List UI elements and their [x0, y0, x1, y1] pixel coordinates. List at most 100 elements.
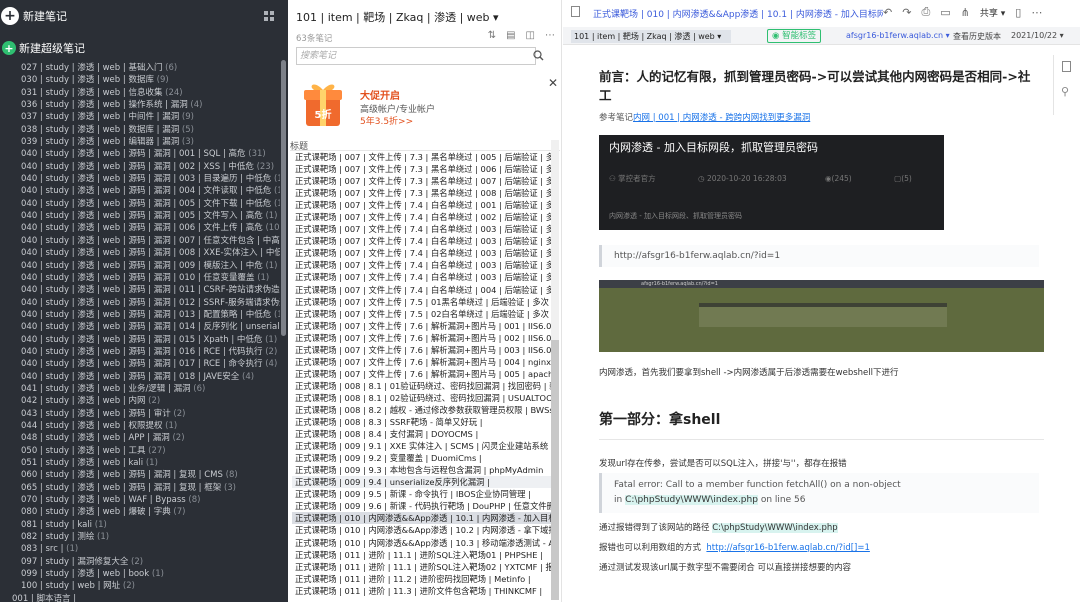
more-icon[interactable]: ⋯ — [1031, 6, 1042, 19]
scrollbar-thumb[interactable] — [551, 340, 559, 600]
sidebar-item[interactable]: 080 | study | 渗透 | web | 爆破 | 字典 (7) — [0, 506, 280, 518]
sidebar-item[interactable]: 040 | study | 渗透 | web | 源码 | 漏洞 | 007 |… — [0, 235, 280, 247]
close-icon[interactable]: ✕ — [548, 76, 558, 90]
link-icon[interactable]: ⚲ — [1061, 85, 1069, 98]
sidebar-item[interactable]: 040 | study | 渗透 | web | 源码 | 漏洞 | 005 |… — [0, 210, 280, 222]
sidebar-item[interactable]: 031 | study | 渗透 | web | 信息收集 (24) — [0, 87, 280, 99]
new-super-note-button[interactable]: + 新建超级笔记 — [0, 40, 85, 56]
note-item[interactable]: 正式课靶场 | 007 | 文件上传 | 7.4 | 白名单绕过 | 003 |… — [292, 223, 552, 235]
search-input[interactable]: 搜索笔记 — [296, 47, 536, 65]
promo-price-link[interactable]: 5年3.5折>> — [360, 114, 413, 127]
sidebar-item[interactable]: 038 | study | 渗透 | web | 数据库 | 漏洞 (5) — [0, 124, 280, 136]
sidebar-item[interactable]: 100 | study | web | 网址 (2) — [0, 580, 280, 592]
sidebar-item[interactable]: 042 | study | 渗透 | web | 内网 (2) — [0, 395, 280, 407]
sidebar-item[interactable]: 044 | study | 渗透 | web | 权限提权 (1) — [0, 420, 280, 432]
sidebar-item[interactable]: 039 | study | 渗透 | web | 编辑器 | 漏洞 (3) — [0, 136, 280, 148]
note-item[interactable]: 正式课靶场 | 008 | 8.4 | 支付漏洞 | DOYOCMS | — [292, 428, 552, 440]
note-item[interactable]: 正式课靶场 | 007 | 文件上传 | 7.4 | 白名单绕过 | 003 |… — [292, 247, 552, 259]
note-item[interactable]: 正式课靶场 | 011 | 进阶 | 11.2 | 进阶密码找回靶场 | Met… — [292, 573, 552, 585]
sidebar-item[interactable]: 040 | study | 渗透 | web | 源码 | 漏洞 | 009 |… — [0, 260, 280, 272]
ref-link[interactable]: 内网 | 001 | 内网渗透 - 跨跨内网找到更多漏洞 — [633, 113, 810, 123]
note-item[interactable]: 正式课靶场 | 007 | 文件上传 | 7.4 | 白名单绕过 | 004 |… — [292, 284, 552, 296]
sidebar-item[interactable]: 099 | study | 渗透 | web | book (1) — [0, 568, 280, 580]
note-item[interactable]: 正式课靶场 | 007 | 文件上传 | 7.6 | 解析漏洞+图片马 | 00… — [292, 344, 552, 356]
sidebar-item[interactable]: 043 | study | 渗透 | web | 源码 | 审计 (2) — [0, 408, 280, 420]
search-icon[interactable] — [533, 50, 544, 61]
note-item-selected[interactable]: 正式课靶场 | 010 | 内网渗透&&App渗透 | 10.1 | 内网渗透 … — [292, 512, 552, 525]
sidebar-item[interactable]: 083 | src | (1) — [0, 543, 280, 555]
note-item[interactable]: 正式课靶场 | 009 | 9.6 | 新课 - 代码执行靶场 | DouPHP… — [292, 500, 552, 512]
note-item[interactable]: 正式课靶场 | 007 | 文件上传 | 7.4 | 白名单绕过 | 003 |… — [292, 259, 552, 271]
note-item[interactable]: 正式课靶场 | 011 | 进阶 | 11.1 | 进阶SQL注入靶场02 | … — [292, 561, 552, 573]
note-item[interactable]: 正式课靶场 | 009 | 9.4 | unserialize反序列化漏洞 | — [292, 476, 552, 489]
sidebar-item[interactable]: 040 | study | 渗透 | web | 源码 | 漏洞 | 017 |… — [0, 358, 280, 370]
sidebar-item[interactable]: 040 | study | 渗透 | web | 源码 | 漏洞 | 001 |… — [0, 148, 280, 160]
sidebar-item[interactable]: 081 | study | kali (1) — [0, 519, 280, 531]
sidebar-item[interactable]: 082 | study | 测绘 (1) — [0, 531, 280, 543]
sidebar-item[interactable]: 037 | study | 渗透 | web | 中间件 | 漏洞 (9) — [0, 111, 280, 123]
sidebar-item[interactable]: 027 | study | 渗透 | web | 基础入门 (6) — [0, 62, 280, 74]
sidebar-item[interactable]: 036 | study | 渗透 | web | 操作系统 | 漏洞 (4) — [0, 99, 280, 111]
note-date[interactable]: 2021/10/22 ▾ — [1011, 31, 1064, 40]
p4-link[interactable]: http://afsgr16-b1ferw.aqlab.cn/?id[]=1 — [706, 543, 869, 553]
redo-icon[interactable]: ↷ — [902, 6, 911, 19]
sidebar-item[interactable]: 040 | study | 渗透 | web | 源码 | 漏洞 | 018 |… — [0, 371, 280, 383]
sidebar-item[interactable]: 040 | study | 渗透 | web | 源码 | 漏洞 | 008 |… — [0, 247, 280, 259]
note-item[interactable]: 正式课靶场 | 007 | 文件上传 | 7.3 | 黑名单绕过 | 007 |… — [292, 175, 552, 187]
notebook-selector[interactable]: 101 | item | 靶场 | Zkaq | 渗透 | web ▾ — [571, 30, 731, 43]
note-item[interactable]: 正式课靶场 | 007 | 文件上传 | 7.5 | 02白名单绕过 | 后端验… — [292, 308, 552, 320]
note-item[interactable]: 正式课靶场 | 009 | 9.2 | 变量覆盖 | DuomiCms | — [292, 452, 552, 464]
note-item[interactable]: 正式课靶场 | 007 | 文件上传 | 7.6 | 解析漏洞+图片马 | 00… — [292, 356, 552, 368]
share-button[interactable]: 共享 ▾ — [980, 6, 1005, 19]
sidebar-item[interactable]: 097 | study | 漏洞修复大全 (2) — [0, 556, 280, 568]
smart-tag-button[interactable]: ◉ 智能标签 — [767, 29, 822, 43]
present-icon[interactable]: ▭ — [940, 6, 950, 19]
note-item[interactable]: 正式课靶场 | 008 | 8.1 | 01验证码绕过、密码找回漏洞 | 找回密… — [292, 380, 552, 392]
note-item[interactable]: 正式课靶场 | 009 | 9.3 | 本地包含与远程包含漏洞 | phpMyA… — [292, 464, 552, 476]
sort-icon[interactable]: ⇅ — [488, 30, 496, 41]
note-item[interactable]: 正式课靶场 | 007 | 文件上传 | 7.6 | 解析漏洞+图片马 | 00… — [292, 368, 552, 380]
note-content[interactable]: 前言：人的记忆有限，抓到管理员密码->可以尝试其他内网密码是否相同->社工 参考… — [563, 45, 1051, 602]
sidebar-item[interactable]: 051 | study | 渗透 | web | kali (1) — [0, 457, 280, 469]
sidebar-item[interactable]: 040 | study | 渗透 | web | 源码 | 漏洞 | 010 |… — [0, 272, 280, 284]
note-item[interactable]: 正式课靶场 | 007 | 文件上传 | 7.6 | 解析漏洞+图片马 | 00… — [292, 320, 552, 332]
note-item[interactable]: 正式课靶场 | 009 | 9.5 | 新课 - 命令执行 | IBOS企业协同… — [292, 488, 552, 500]
history-link[interactable]: 查看历史版本 — [953, 31, 1001, 42]
note-item[interactable]: 正式课靶场 | 011 | 进阶 | 11.3 | 进阶文件包含靶场 | THI… — [292, 585, 552, 597]
sidebar-item[interactable]: 040 | study | 渗透 | web | 源码 | 漏洞 | 012 |… — [0, 297, 280, 309]
sidebar-item[interactable]: 065 | study | 渗透 | web | 源码 | 漏洞 | 复现 | … — [0, 482, 280, 494]
print-icon[interactable]: ⎙ — [921, 5, 930, 19]
column-header-title[interactable]: 标题 — [290, 139, 560, 152]
note-item[interactable]: 正式课靶场 | 008 | 8.2 | 越权 - 通过修改参数获取管理员权限 |… — [292, 404, 552, 416]
promo-banner[interactable]: 5折 大促开启 高级帐户/专业帐户 5年3.5折>> ✕ — [288, 70, 561, 134]
sidebar-item[interactable]: 040 | study | 渗透 | web | 源码 | 漏洞 | 002 |… — [0, 161, 280, 173]
sidebar-item[interactable]: 060 | study | 渗透 | web | 源码 | 漏洞 | 复现 | … — [0, 469, 280, 481]
note-item[interactable]: 正式课靶场 | 010 | 内网渗透&&App渗透 | 10.3 | 移动端渗透… — [292, 537, 552, 549]
sidebar-item[interactable]: 050 | study | 渗透 | web | 工具 (27) — [0, 445, 280, 457]
sidebar-item[interactable]: 040 | study | 渗透 | web | 源码 | 漏洞 | 011 |… — [0, 284, 280, 296]
new-note-button[interactable]: + 新建笔记 — [0, 0, 288, 32]
sidebar-item[interactable]: 040 | study | 渗透 | web | 源码 | 漏洞 | 004 |… — [0, 185, 280, 197]
view-icon[interactable]: ▤ — [506, 30, 515, 41]
sidebar-item[interactable]: 040 | study | 渗透 | web | 源码 | 漏洞 | 015 |… — [0, 334, 280, 346]
note-item[interactable]: 正式课靶场 | 007 | 文件上传 | 7.3 | 黑名单绕过 | 005 |… — [292, 151, 552, 163]
notebook-icon[interactable]: ▯ — [1015, 6, 1021, 19]
sidebar-item[interactable]: 040 | study | 渗透 | web | 源码 | 漏洞 | 003 |… — [0, 173, 280, 185]
sidebar-item[interactable]: 030 | study | 渗透 | web | 数据库 (9) — [0, 74, 280, 86]
note-item[interactable]: 正式课靶场 | 007 | 文件上传 | 7.5 | 01黑名单绕过 | 后端验… — [292, 296, 552, 308]
source-url-link[interactable]: afsgr16-b1ferw.aqlab.cn ▾ — [846, 31, 950, 40]
note-item[interactable]: 正式课靶场 | 009 | 9.1 | XXE 实体注入 | SCMS | 闪灵… — [292, 440, 552, 452]
sidebar-item[interactable]: 048 | study | 渗透 | web | APP | 漏洞 (2) — [0, 432, 280, 444]
outline-icon[interactable] — [1062, 61, 1071, 72]
notebook-title-dropdown[interactable]: 101 | item | 靶场 | Zkaq | 渗透 | web ▾ — [296, 9, 499, 25]
sidebar-scrollbar[interactable] — [281, 60, 286, 336]
grid-icon[interactable] — [264, 11, 274, 21]
sidebar-item[interactable]: 070 | study | 渗透 | web | WAF | Bypass (8… — [0, 494, 280, 506]
note-item[interactable]: 正式课靶场 | 010 | 内网渗透&&App渗透 | 10.2 | 内网渗透 … — [292, 524, 552, 536]
sidebar-item[interactable]: 040 | study | 渗透 | web | 源码 | 漏洞 | 013 |… — [0, 309, 280, 321]
note-item[interactable]: 正式课靶场 | 007 | 文件上传 | 7.3 | 黑名单绕过 | 006 |… — [292, 163, 552, 175]
undo-icon[interactable]: ↶ — [883, 6, 892, 19]
sidebar-item[interactable]: 001 | 脚本语言 | — [0, 593, 280, 602]
note-item[interactable]: 正式课靶场 | 007 | 文件上传 | 7.4 | 白名单绕过 | 001 |… — [292, 199, 552, 211]
sidebar-item[interactable]: 041 | study | 渗透 | web | 业务/逻辑 | 漏洞 (6) — [0, 383, 280, 395]
